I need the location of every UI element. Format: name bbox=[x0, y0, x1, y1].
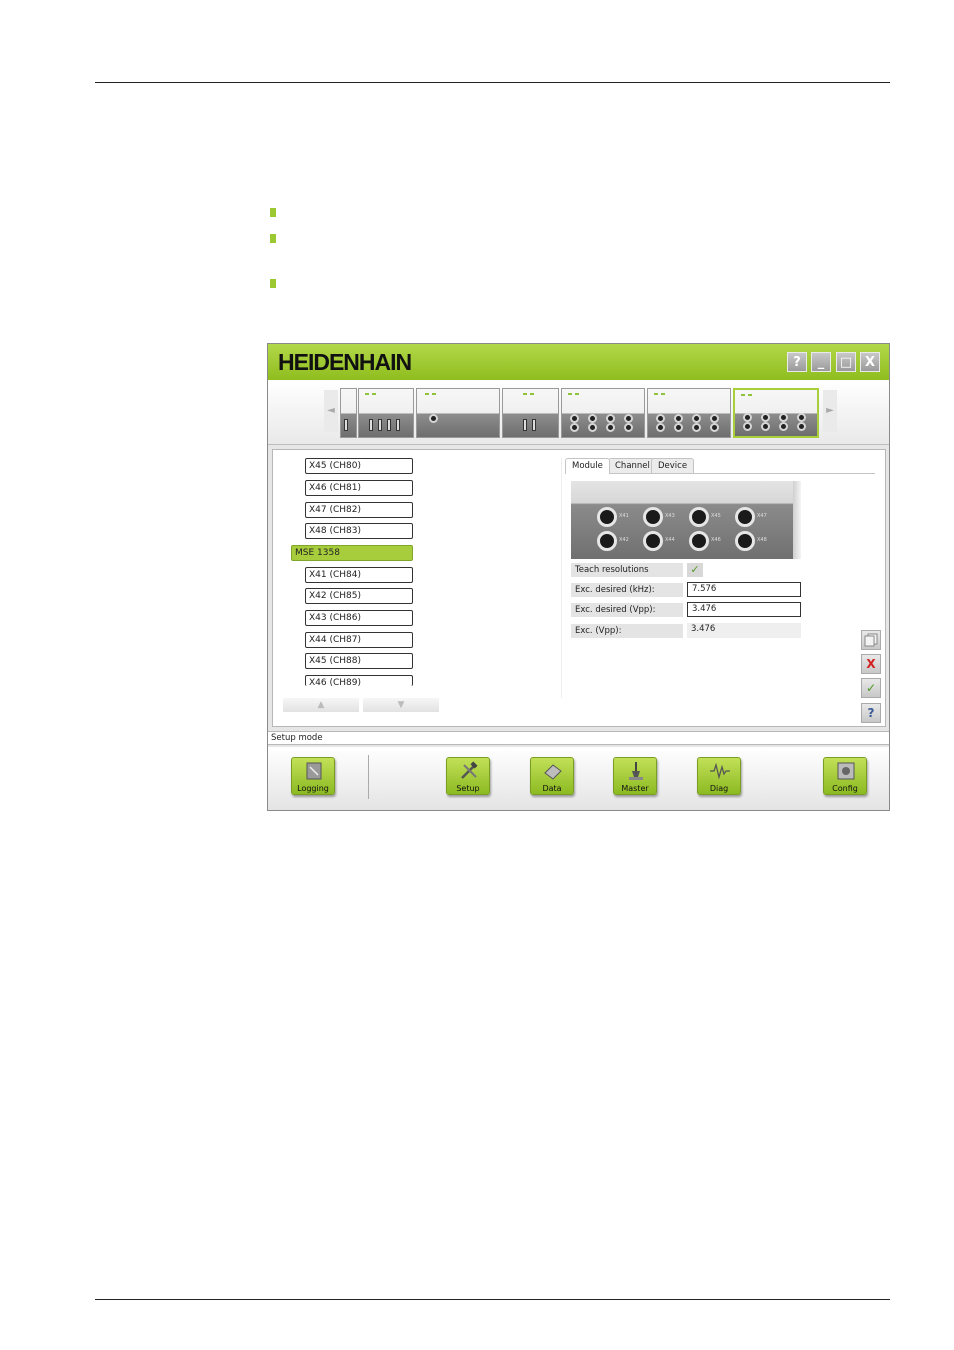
panel-divider bbox=[561, 458, 562, 698]
module-tile-6[interactable] bbox=[647, 388, 731, 438]
list-item[interactable]: X47 (CH82) bbox=[305, 502, 413, 518]
port-label: X41 bbox=[619, 513, 629, 519]
tab-device[interactable]: Device bbox=[651, 458, 695, 474]
module-tile-2[interactable] bbox=[358, 388, 414, 438]
setup-button[interactable]: Setup bbox=[446, 757, 490, 795]
master-label: Master bbox=[621, 784, 649, 793]
list-item[interactable]: X46 (CH81) bbox=[305, 480, 413, 496]
data-label: Data bbox=[542, 784, 562, 793]
list-module-header[interactable]: MSE 1358 bbox=[291, 545, 413, 561]
logging-label: Logging bbox=[297, 784, 329, 793]
status-bar: Setup mode bbox=[268, 731, 889, 745]
bottom-toolbar: Logging Setup Data Master Diag Config bbox=[268, 747, 889, 810]
teach-resolutions-checkbox[interactable]: ✓ bbox=[687, 563, 703, 577]
close-button[interactable]: X bbox=[860, 352, 880, 372]
list-item[interactable]: X46 (CH89) bbox=[305, 675, 413, 686]
data-icon bbox=[544, 764, 562, 780]
main-panel: X45 (CH80) X46 (CH81) X47 (CH82) X48 (CH… bbox=[272, 449, 886, 727]
list-item[interactable]: X42 (CH85) bbox=[305, 588, 413, 604]
footer-rule bbox=[95, 1299, 890, 1300]
exc-khz-field[interactable]: 7.576 bbox=[687, 582, 801, 597]
toolbar-separator bbox=[368, 755, 369, 799]
exc-vpp-label: Exc. (Vpp): bbox=[571, 624, 683, 638]
port-label: X44 bbox=[665, 537, 675, 543]
port-label: X46 bbox=[711, 537, 721, 543]
diag-button[interactable]: Diag bbox=[697, 757, 741, 795]
exc-vpp-value: 3.476 bbox=[687, 623, 801, 638]
module-tile-4[interactable] bbox=[502, 388, 559, 438]
module-tile-selected[interactable] bbox=[733, 388, 819, 438]
port-label: X43 bbox=[665, 513, 675, 519]
port-label: X48 bbox=[757, 537, 767, 543]
list-scroll-down-button[interactable]: ▼ bbox=[363, 698, 439, 712]
list-item[interactable]: X48 (CH83) bbox=[305, 523, 413, 539]
title-bar: HEIDENHAIN ? _ □ X bbox=[268, 344, 889, 380]
tab-channel[interactable]: Channel bbox=[608, 458, 657, 474]
copy-icon bbox=[864, 633, 878, 647]
config-icon bbox=[837, 762, 855, 780]
data-button[interactable]: Data bbox=[530, 757, 574, 795]
port-label: X47 bbox=[757, 513, 767, 519]
exc-vpp-desired-field[interactable]: 3.476 bbox=[687, 602, 801, 617]
module-tile-1[interactable] bbox=[340, 388, 357, 438]
bullet-3 bbox=[270, 279, 276, 288]
list-item[interactable]: X44 (CH87) bbox=[305, 632, 413, 648]
config-button[interactable]: Config bbox=[823, 757, 867, 795]
maximize-button[interactable]: □ bbox=[836, 352, 856, 372]
list-item[interactable]: X45 (CH80) bbox=[305, 458, 413, 474]
strip-scroll-right-button[interactable]: ► bbox=[823, 390, 837, 432]
module-tile-5[interactable] bbox=[561, 388, 645, 438]
header-rule bbox=[95, 82, 890, 83]
master-icon bbox=[629, 762, 643, 780]
app-window: HEIDENHAIN ? _ □ X ◄ ► X45 (CH80) X46 (C… bbox=[267, 343, 890, 811]
cancel-button[interactable]: X bbox=[861, 654, 881, 674]
setup-label: Setup bbox=[456, 784, 480, 793]
tab-module[interactable]: Module bbox=[565, 458, 610, 474]
list-item[interactable]: X41 (CH84) bbox=[305, 567, 413, 583]
list-item[interactable]: X43 (CH86) bbox=[305, 610, 413, 626]
teach-resolutions-label: Teach resolutions bbox=[571, 563, 683, 577]
logging-icon bbox=[306, 762, 322, 780]
port-label: X42 bbox=[619, 537, 629, 543]
tools-icon bbox=[461, 761, 478, 779]
exc-khz-label: Exc. desired (kHz): bbox=[571, 583, 683, 597]
brand-logo: HEIDENHAIN bbox=[278, 349, 412, 375]
exc-vpp-desired-label: Exc. desired (Vpp): bbox=[571, 603, 683, 617]
list-item[interactable]: X45 (CH88) bbox=[305, 653, 413, 669]
port-label: X45 bbox=[711, 513, 721, 519]
accept-button[interactable]: ✓ bbox=[861, 678, 881, 698]
master-button[interactable]: Master bbox=[613, 757, 657, 795]
list-scroll-up-button[interactable]: ▲ bbox=[283, 698, 359, 712]
copy-button[interactable] bbox=[861, 630, 881, 650]
logging-button[interactable]: Logging bbox=[291, 757, 335, 795]
module-image: X41 X43 X45 X47 X42 X44 X46 X48 bbox=[571, 481, 801, 559]
bullet-2 bbox=[270, 234, 276, 243]
help-window-button[interactable]: ? bbox=[787, 352, 807, 372]
waveform-icon bbox=[710, 762, 730, 780]
config-label: Config bbox=[832, 784, 858, 793]
strip-scroll-left-button[interactable]: ◄ bbox=[324, 390, 338, 432]
minimize-button[interactable]: _ bbox=[811, 352, 831, 372]
module-tile-3[interactable] bbox=[416, 388, 500, 438]
module-strip: ◄ ► bbox=[268, 380, 889, 445]
help-button[interactable]: ? bbox=[861, 703, 881, 723]
diag-label: Diag bbox=[709, 784, 729, 793]
bullet-1 bbox=[270, 208, 276, 217]
